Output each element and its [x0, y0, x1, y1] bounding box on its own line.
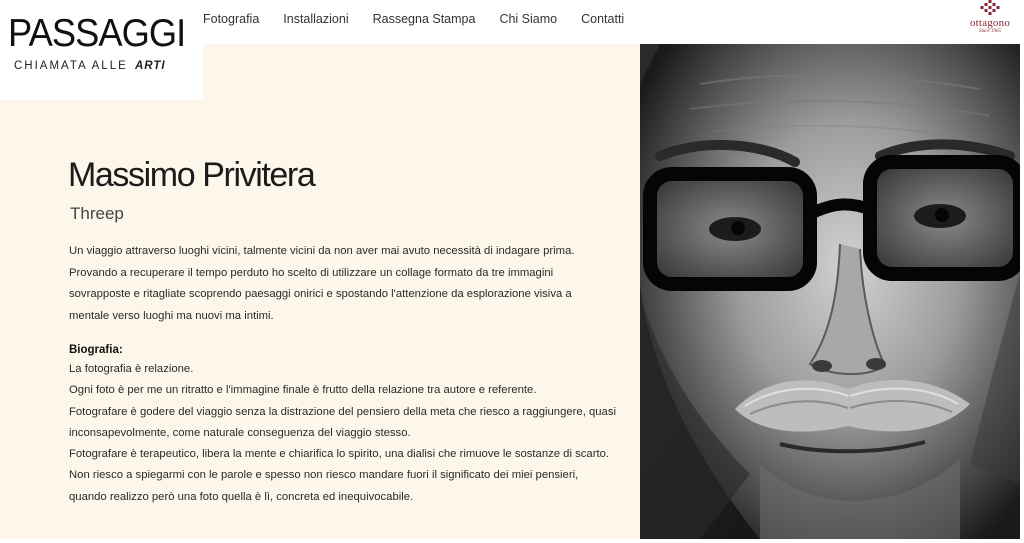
- nav-item-contatti[interactable]: Contatti: [581, 11, 624, 27]
- portrait-illustration: [640, 44, 1020, 539]
- bio-line: Fotografare è terapeutico, libera la men…: [69, 448, 610, 461]
- artist-name: Massimo Privitera: [68, 156, 316, 194]
- nav-item-fotografia[interactable]: Fotografia: [203, 11, 259, 27]
- description-line: mentale verso luoghi ma nuovi ma intimi.: [69, 309, 274, 322]
- nav-item-chi-siamo[interactable]: Chi Siamo: [499, 11, 557, 27]
- bio-line: quando realizzo però una foto quella è l…: [69, 490, 414, 503]
- bio-text: La fotografia è relazione. Ogni foto è p…: [69, 359, 616, 508]
- description-line: Un viaggio attraverso luoghi vicini, tal…: [69, 245, 575, 257]
- bio-line: Fotografare è godere del viaggio senza l…: [69, 405, 616, 418]
- site-logo[interactable]: PASSAGGI CHIAMATA ALLE ARTI: [0, 0, 203, 100]
- ottagono-logo[interactable]: ottagono Since 1965: [960, 0, 1020, 40]
- bio-line: inconsapevolmente, come naturale consegu…: [69, 426, 411, 439]
- nav-item-installazioni[interactable]: Installazioni: [283, 11, 348, 27]
- project-title: Threep: [70, 204, 124, 223]
- artist-portrait: [640, 44, 1020, 539]
- logo-tagline: CHIAMATA ALLE ARTI: [14, 58, 166, 74]
- logo-tagline-text: CHIAMATA ALLE: [14, 60, 128, 72]
- project-description: Un viaggio attraverso luoghi vicini, tal…: [69, 241, 609, 327]
- bio-heading: Biografia:: [69, 344, 123, 356]
- bio-line: La fotografia è relazione.: [69, 363, 194, 375]
- description-line: Provando a recuperare il tempo perduto h…: [69, 266, 554, 279]
- nav-item-rassegna-stampa[interactable]: Rassegna Stampa: [373, 11, 476, 27]
- ottagono-subtitle: Since 1965: [978, 29, 1002, 34]
- ottagono-emblem-icon: [980, 0, 1000, 15]
- bio-line: Non riesco a spiegarmi con le parole e s…: [69, 469, 579, 482]
- bio-line: Ogni foto è per me un ritratto e l'immag…: [69, 384, 537, 397]
- page: PASSAGGI CHIAMATA ALLE ARTI Fotografia I…: [0, 0, 1024, 543]
- ottagono-name: ottagono: [969, 17, 1011, 29]
- logo-tagline-accent: ARTI: [134, 60, 166, 72]
- logo-title: PASSAGGI: [8, 12, 186, 55]
- description-line: sovrapposte e ritagliate scoprendo paesa…: [69, 288, 572, 300]
- main-nav: Fotografia Installazioni Rassegna Stampa…: [203, 11, 648, 27]
